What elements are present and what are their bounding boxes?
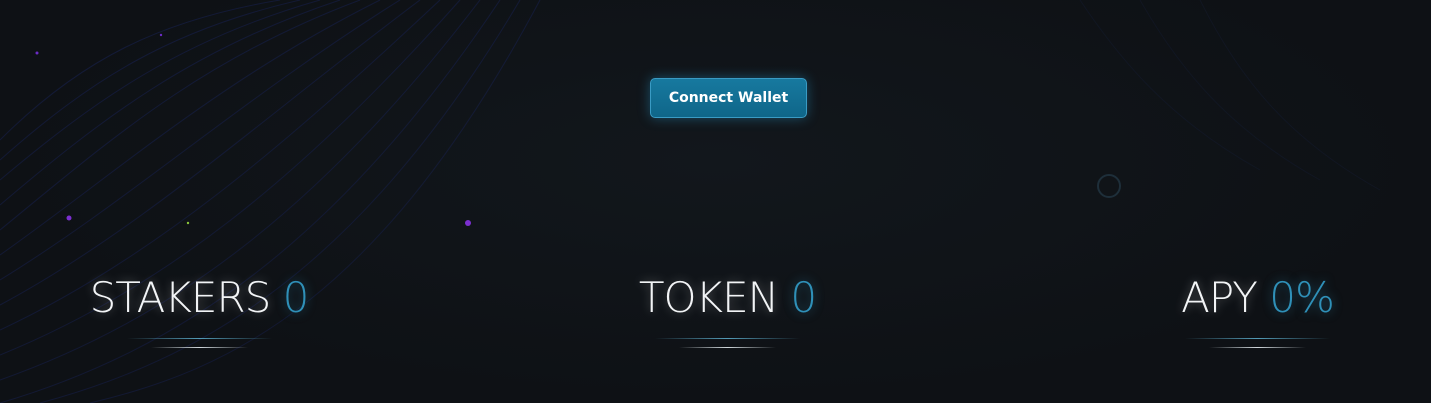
- particle-dot: [465, 220, 471, 226]
- stat-apy-value: 0%: [1269, 273, 1335, 322]
- stat-apy-title: APY 0%: [1165, 272, 1350, 324]
- stat-stakers-title: STAKERS 0: [80, 272, 318, 324]
- stat-stakers-value: 0: [282, 273, 310, 322]
- particle-dot: [186, 221, 190, 225]
- divider-line-top: [126, 338, 272, 339]
- particle-dot: [66, 215, 72, 221]
- particle-dot: [35, 51, 39, 55]
- stat-token: TOKEN 0: [620, 272, 835, 362]
- stat-divider: [126, 338, 272, 350]
- stat-token-title: TOKEN 0: [620, 272, 835, 324]
- stat-divider: [1185, 338, 1330, 350]
- connect-wallet-button[interactable]: Connect Wallet: [650, 78, 807, 118]
- stat-stakers-label: STAKERS: [89, 273, 272, 322]
- stat-apy-label: APY: [1181, 273, 1258, 322]
- divider-line-bottom: [150, 347, 248, 348]
- particle-dot: [159, 33, 163, 37]
- divider-line-bottom: [679, 347, 776, 348]
- divider-line-top: [1185, 338, 1330, 339]
- divider-line-top: [655, 338, 800, 339]
- wave-lines-right: [1079, 0, 1381, 191]
- stat-stakers: STAKERS 0: [80, 272, 318, 362]
- staking-page: Connect Wallet STAKERS 0 TOKEN 0 APY 0%: [0, 0, 1431, 403]
- ring-decoration: [1097, 174, 1121, 198]
- stat-token-label: TOKEN: [638, 273, 779, 322]
- divider-line-bottom: [1209, 347, 1306, 348]
- stat-apy: APY 0%: [1165, 272, 1350, 362]
- stat-token-value: 0: [790, 273, 817, 322]
- stat-divider: [655, 338, 800, 350]
